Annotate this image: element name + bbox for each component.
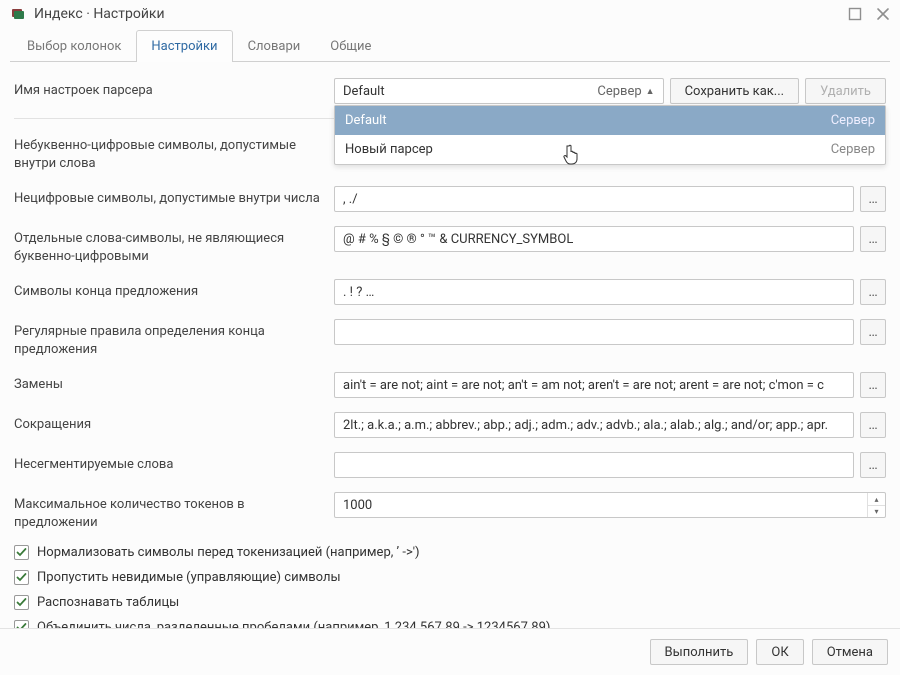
label-sentence-end: Символы конца предложения (14, 279, 324, 301)
app-icon (10, 6, 26, 22)
delete-button[interactable]: Удалить (805, 78, 886, 104)
label-non-alnum-in-word: Небуквенно-цифровые символы, допустимые … (14, 133, 324, 172)
input-abbreviations[interactable]: 2lt.; a.k.a.; a.m.; abbrev.; abp.; adj.;… (334, 412, 854, 438)
label-parser-name: Имя настроек парсера (14, 78, 324, 100)
run-button[interactable]: Выполнить (650, 639, 749, 665)
maximize-icon[interactable] (848, 7, 862, 21)
label-replacements: Замены (14, 372, 324, 394)
tab-settings[interactable]: Настройки (136, 30, 232, 62)
check-label: Пропустить невидимые (управляющие) симво… (37, 570, 341, 585)
label-non-digit-in-number: Нецифровые символы, допустимые внутри чи… (14, 186, 324, 208)
edit-button[interactable]: … (860, 412, 886, 438)
edit-button[interactable]: … (860, 279, 886, 305)
tab-general[interactable]: Общие (315, 30, 386, 62)
input-non-digit-in-number[interactable]: , ./ (334, 186, 854, 212)
tab-dictionaries[interactable]: Словари (233, 30, 316, 62)
ok-button[interactable]: ОК (756, 639, 803, 665)
footer: Выполнить ОК Отмена (0, 628, 900, 675)
input-nonseg-words[interactable] (334, 452, 854, 478)
checkbox-skip-invisible[interactable] (14, 570, 29, 585)
edit-button[interactable]: … (860, 372, 886, 398)
checkbox-tables[interactable] (14, 595, 29, 610)
parser-name-combo[interactable]: Default Сервер ▲ Default Сервер (334, 78, 664, 104)
input-sentence-end[interactable]: . ! ? … (334, 279, 854, 305)
tab-columns[interactable]: Выбор колонок (12, 30, 136, 62)
label-max-tokens: Максимальное количество токенов в предло… (14, 492, 324, 531)
settings-panel: Имя настроек парсера Default Сервер ▲ De… (0, 66, 900, 628)
edit-button[interactable]: … (860, 452, 886, 478)
combo-value: Default (343, 84, 385, 99)
input-replacements[interactable]: ain't = are not; aint = are not; an't = … (334, 372, 854, 398)
label-standalone-symbols: Отдельные слова-символы, не являющиеся б… (14, 226, 324, 265)
input-max-tokens[interactable]: 1000 ▴ ▾ (334, 492, 886, 518)
checkbox-normalize[interactable] (14, 545, 29, 560)
spin-down-icon[interactable]: ▾ (868, 505, 885, 518)
edit-button[interactable]: … (860, 319, 886, 345)
chevron-up-icon: ▲ (646, 86, 655, 97)
check-label: Распознавать таблицы (37, 595, 179, 610)
label-abbreviations: Сокращения (14, 412, 324, 434)
combo-right-label: Сервер (597, 84, 641, 99)
save-as-button[interactable]: Сохранить как... (670, 78, 800, 104)
input-regex-sentence[interactable] (334, 319, 854, 345)
checkbox-join-numbers[interactable] (14, 620, 29, 628)
tabs: Выбор колонок Настройки Словари Общие (0, 29, 900, 61)
close-icon[interactable] (876, 7, 890, 21)
edit-button[interactable]: … (860, 226, 886, 252)
window-title: Индекс · Настройки (34, 6, 165, 22)
input-standalone-symbols[interactable]: @ # % § © ® ° ™ & CURRENCY_SYMBOL (334, 226, 854, 252)
spin-up-icon[interactable]: ▴ (868, 493, 885, 505)
label-nonseg-words: Несегментируемые слова (14, 452, 324, 474)
check-label: Нормализовать символы перед токенизацией… (37, 545, 420, 560)
label-regex-sentence: Регулярные правила определения конца пре… (14, 319, 324, 358)
edit-button[interactable]: … (860, 186, 886, 212)
titlebar: Индекс · Настройки (0, 0, 900, 29)
cancel-button[interactable]: Отмена (812, 639, 888, 665)
check-label: Объединить числа, разделенные пробелами … (37, 620, 550, 628)
